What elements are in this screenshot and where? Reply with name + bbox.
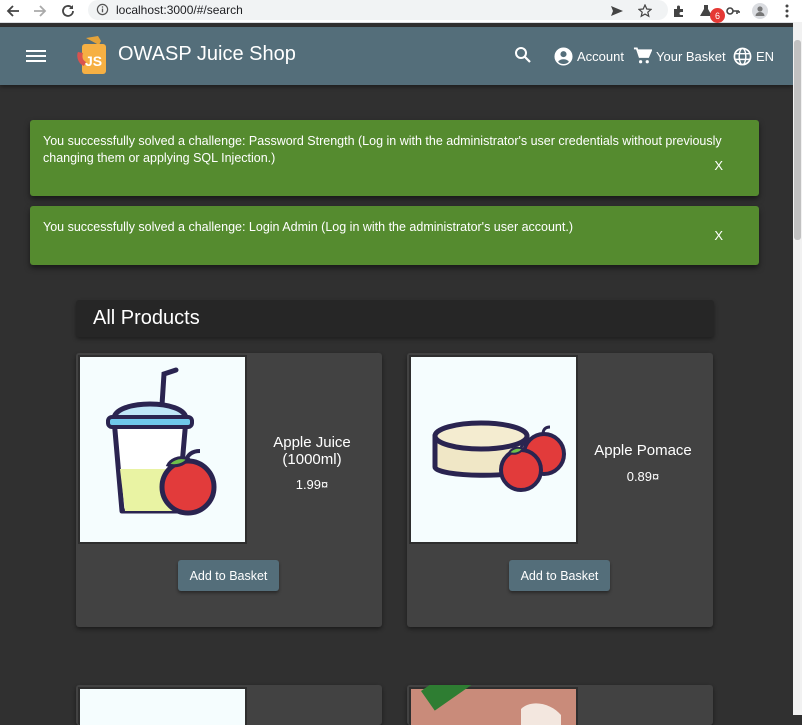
- search-button[interactable]: [514, 27, 532, 85]
- forward-arrow-icon[interactable]: [29, 0, 51, 22]
- product-image[interactable]: [78, 687, 247, 725]
- menu-icon[interactable]: [26, 47, 46, 65]
- product-name: Apple Pomace: [594, 442, 692, 459]
- notification-message: You successfully solved a challenge: Log…: [43, 220, 573, 234]
- notification-close-button[interactable]: X: [714, 157, 723, 174]
- shopping-cart-icon: [633, 47, 652, 65]
- account-label: Account: [577, 48, 624, 64]
- search-icon: [514, 46, 532, 67]
- reload-icon[interactable]: [57, 0, 79, 22]
- challenge-solved-notification: You successfully solved a challenge: Log…: [30, 206, 759, 265]
- product-card[interactable]: left: [407, 685, 713, 725]
- basket-button[interactable]: Your Basket: [633, 27, 726, 85]
- bookmark-star-icon[interactable]: [636, 2, 654, 20]
- notification-message: You successfully solved a challenge: Pas…: [43, 134, 722, 165]
- basket-count-badge: 6: [710, 8, 725, 23]
- product-image[interactable]: [78, 355, 247, 544]
- address-bar[interactable]: localhost:3000/#/search: [88, 0, 668, 20]
- products-section-header: All Products: [76, 300, 714, 337]
- challenge-solved-notification: You successfully solved a challenge: Pas…: [30, 120, 759, 196]
- url-text: localhost:3000/#/search: [116, 3, 243, 17]
- product-price: 1.99¤: [295, 477, 329, 492]
- product-image[interactable]: [409, 355, 578, 544]
- account-circle-icon: [554, 46, 573, 66]
- profile-avatar-icon[interactable]: [751, 2, 769, 20]
- info-icon[interactable]: [96, 3, 109, 21]
- language-button[interactable]: EN: [733, 27, 774, 85]
- product-card[interactable]: Apple Pomace 0.89¤ Add to Basket: [407, 353, 713, 627]
- extensions-icon[interactable]: [670, 2, 688, 20]
- section-title: All Products: [93, 307, 200, 329]
- more-vert-icon[interactable]: [778, 2, 796, 20]
- account-button[interactable]: Account: [554, 27, 624, 85]
- browser-toolbar: localhost:3000/#/search: [0, 0, 802, 23]
- key-icon[interactable]: [724, 2, 742, 20]
- page-scrollbar-thumb[interactable]: [794, 40, 801, 240]
- add-to-basket-button[interactable]: Add to Basket: [178, 560, 279, 591]
- app-title[interactable]: OWASP Juice Shop: [118, 43, 296, 66]
- basket-label: Your Basket: [656, 48, 726, 64]
- product-card[interactable]: [76, 685, 382, 725]
- globe-icon: [733, 47, 752, 66]
- app-toolbar: JS OWASP Juice Shop Account Your Basket …: [0, 27, 793, 85]
- product-card[interactable]: Apple Juice (1000ml) 1.99¤ Add to Basket: [76, 353, 382, 627]
- juice-shop-logo[interactable]: JS: [70, 32, 116, 78]
- svg-text:JS: JS: [85, 53, 102, 69]
- send-icon[interactable]: [608, 2, 626, 20]
- back-arrow-icon[interactable]: [2, 0, 24, 22]
- add-to-basket-button[interactable]: Add to Basket: [509, 560, 610, 591]
- product-name: Apple Juice (1000ml): [273, 434, 351, 468]
- notification-close-button[interactable]: X: [714, 227, 723, 244]
- language-label: EN: [756, 48, 775, 64]
- product-price: 0.89¤: [626, 469, 660, 484]
